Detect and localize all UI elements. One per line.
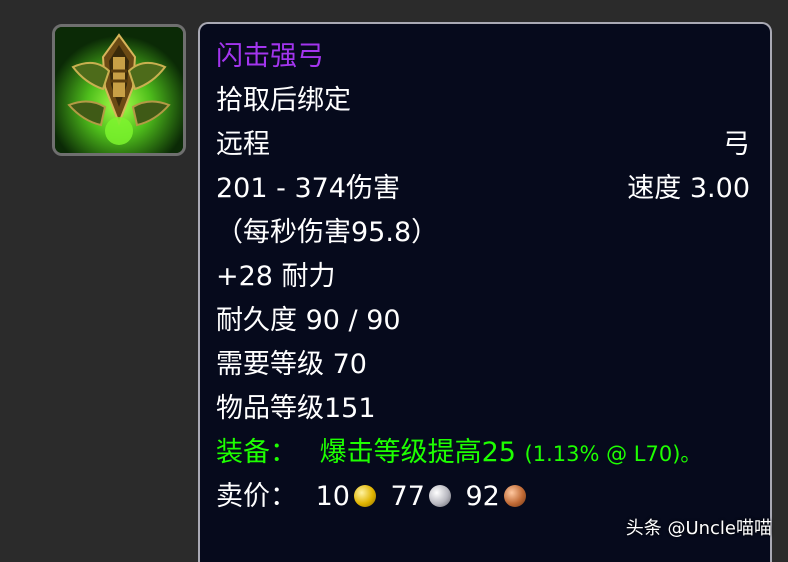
durability-text: 耐久度 90 / 90	[216, 305, 401, 336]
item-type-text: 弓	[723, 129, 750, 160]
damage-row: 201 - 374伤害 速度 3.00	[216, 171, 750, 207]
gold-coin-icon	[353, 485, 376, 507]
copper-coin-icon	[503, 485, 526, 507]
sell-price-label: 卖价：	[216, 481, 297, 512]
equip-effect-detail: (1.13% @ L70)。	[524, 442, 702, 466]
speed-text: 速度 3.00	[627, 173, 750, 204]
slot-row: 远程 弓	[216, 127, 750, 163]
watermark: 头条 @Uncle喵喵	[625, 518, 772, 539]
equip-label: 装备：	[216, 437, 297, 468]
item-level-text: 物品等级151	[216, 393, 376, 424]
binding-text: 拾取后绑定	[216, 85, 351, 116]
item-icon[interactable]	[52, 24, 186, 156]
required-level-text: 需要等级 70	[216, 349, 367, 380]
equip-effect-row: 装备： 爆击等级提高25 (1.13% @ L70)。	[216, 435, 750, 472]
item-tooltip: 闪击强弓 拾取后绑定 远程 弓 201 - 374伤害 速度 3.00 （每秒伤…	[198, 22, 772, 562]
item-name[interactable]: 闪击强弓	[216, 39, 750, 75]
sell-gold-value: 10	[315, 481, 350, 512]
slot-text: 远程	[216, 129, 270, 160]
stamina-stat: +28 耐力	[216, 261, 336, 292]
equip-effect-text: 爆击等级提高25	[319, 437, 516, 468]
sell-silver-value: 77	[390, 481, 425, 512]
damage-text: 201 - 374伤害	[216, 173, 400, 204]
sell-copper-value: 92	[465, 481, 500, 512]
sell-price-row: 卖价： 10 77 92	[216, 479, 750, 515]
silver-coin-icon	[428, 485, 451, 507]
bow-icon	[55, 27, 183, 153]
dps-text: （每秒伤害95.8）	[216, 217, 439, 248]
